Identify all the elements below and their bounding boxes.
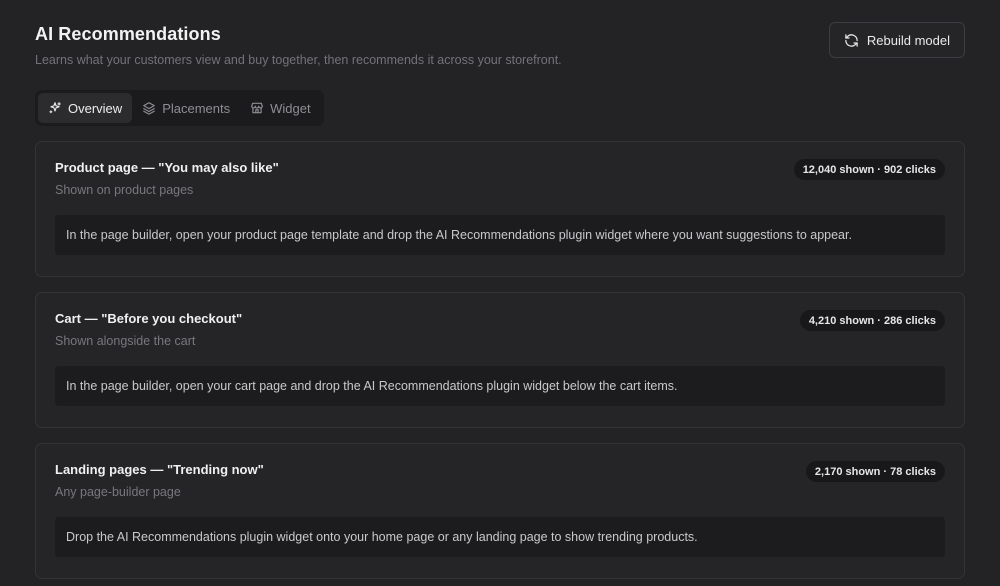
placement-card-product-page: Product page — "You may also like" Shown… [35, 141, 965, 277]
page-title: AI Recommendations [35, 24, 221, 44]
tab-placements[interactable]: Placements [132, 93, 240, 123]
tab-placements-label: Placements [162, 100, 231, 116]
tab-widget[interactable]: Widget [240, 93, 320, 123]
rebuild-model-button[interactable]: Rebuild model [828, 22, 965, 58]
placement-subtitle: Shown alongside the cart [55, 334, 196, 348]
placement-stats-badge: 12,040 shown · 902 clicks [793, 159, 945, 180]
tab-overview-label: Overview [68, 100, 123, 116]
placement-stats-badge: 2,170 shown · 78 clicks [805, 461, 945, 482]
tab-overview[interactable]: Overview [38, 93, 133, 123]
placement-card-landing-pages: Landing pages — "Trending now" Any page-… [35, 443, 965, 579]
tab-widget-label: Widget [270, 100, 311, 116]
placement-subtitle: Shown on product pages [55, 183, 194, 197]
layers-icon [142, 101, 156, 115]
page-header: AI Recommendations Learns what your cust… [35, 0, 965, 90]
placement-stats-badge: 4,210 shown · 286 clicks [799, 310, 945, 331]
sparkle-icon [48, 101, 62, 115]
placement-instruction: In the page builder, open your product p… [55, 215, 945, 255]
placement-card-cart: Cart — "Before you checkout" Shown along… [35, 292, 965, 428]
placement-subtitle: Any page-builder page [55, 485, 181, 499]
ai-recommendations-page: AI Recommendations Learns what your cust… [0, 0, 1000, 586]
placement-instruction: Drop the AI Recommendations plugin widge… [55, 517, 945, 557]
page-subtitle: Learns what your customers view and buy … [35, 53, 562, 67]
storefront-icon [250, 101, 264, 115]
placement-instruction: In the page builder, open your cart page… [55, 366, 945, 406]
refresh-icon [844, 33, 859, 48]
rebuild-model-label: Rebuild model [866, 32, 950, 48]
placements-list: Product page — "You may also like" Shown… [35, 141, 965, 579]
tab-bar: Overview Placements Widget [35, 90, 324, 126]
